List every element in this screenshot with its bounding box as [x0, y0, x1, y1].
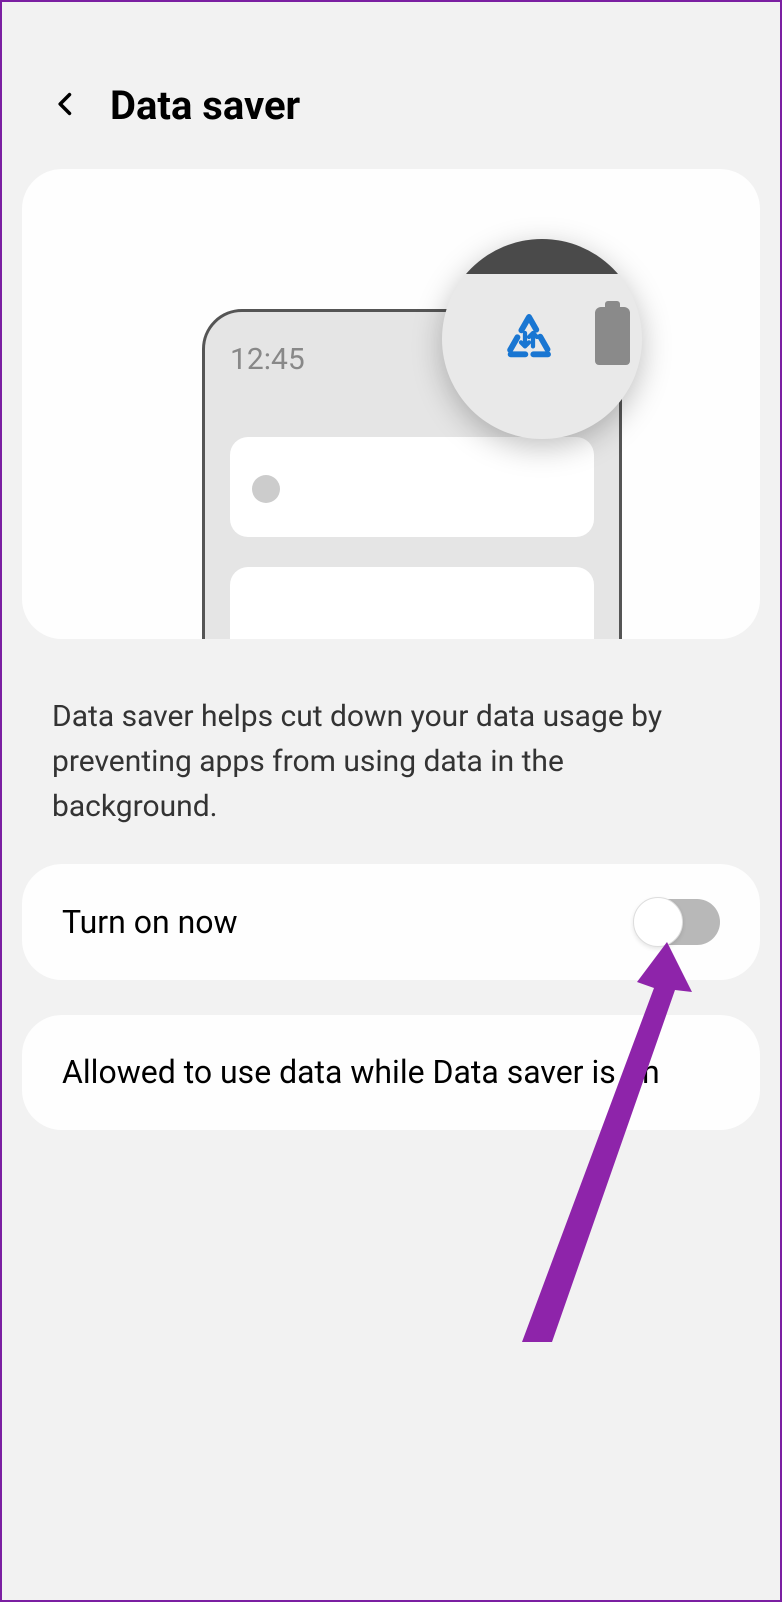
page-title: Data saver	[110, 82, 300, 129]
header: Data saver	[2, 2, 780, 169]
turn-on-toggle[interactable]	[635, 899, 720, 945]
allowed-apps-label: Allowed to use data while Data saver is …	[62, 1050, 660, 1095]
turn-on-row[interactable]: Turn on now	[22, 864, 760, 980]
turn-on-label: Turn on now	[62, 903, 238, 941]
zoom-magnifier	[442, 239, 642, 439]
status-bar-fragment	[442, 239, 642, 274]
dot-placeholder	[252, 475, 280, 503]
allowed-apps-row[interactable]: Allowed to use data while Data saver is …	[22, 1015, 760, 1130]
battery-icon	[595, 307, 630, 365]
back-icon[interactable]	[52, 90, 80, 122]
phone-time: 12:45	[230, 342, 305, 377]
description-text: Data saver helps cut down your data usag…	[2, 639, 780, 864]
illustration-card: 12:45	[22, 169, 760, 639]
toggle-knob	[633, 897, 683, 947]
phone-card-placeholder	[230, 567, 594, 639]
phone-card-placeholder	[230, 437, 594, 537]
annotation-arrow-icon	[512, 942, 692, 1342]
